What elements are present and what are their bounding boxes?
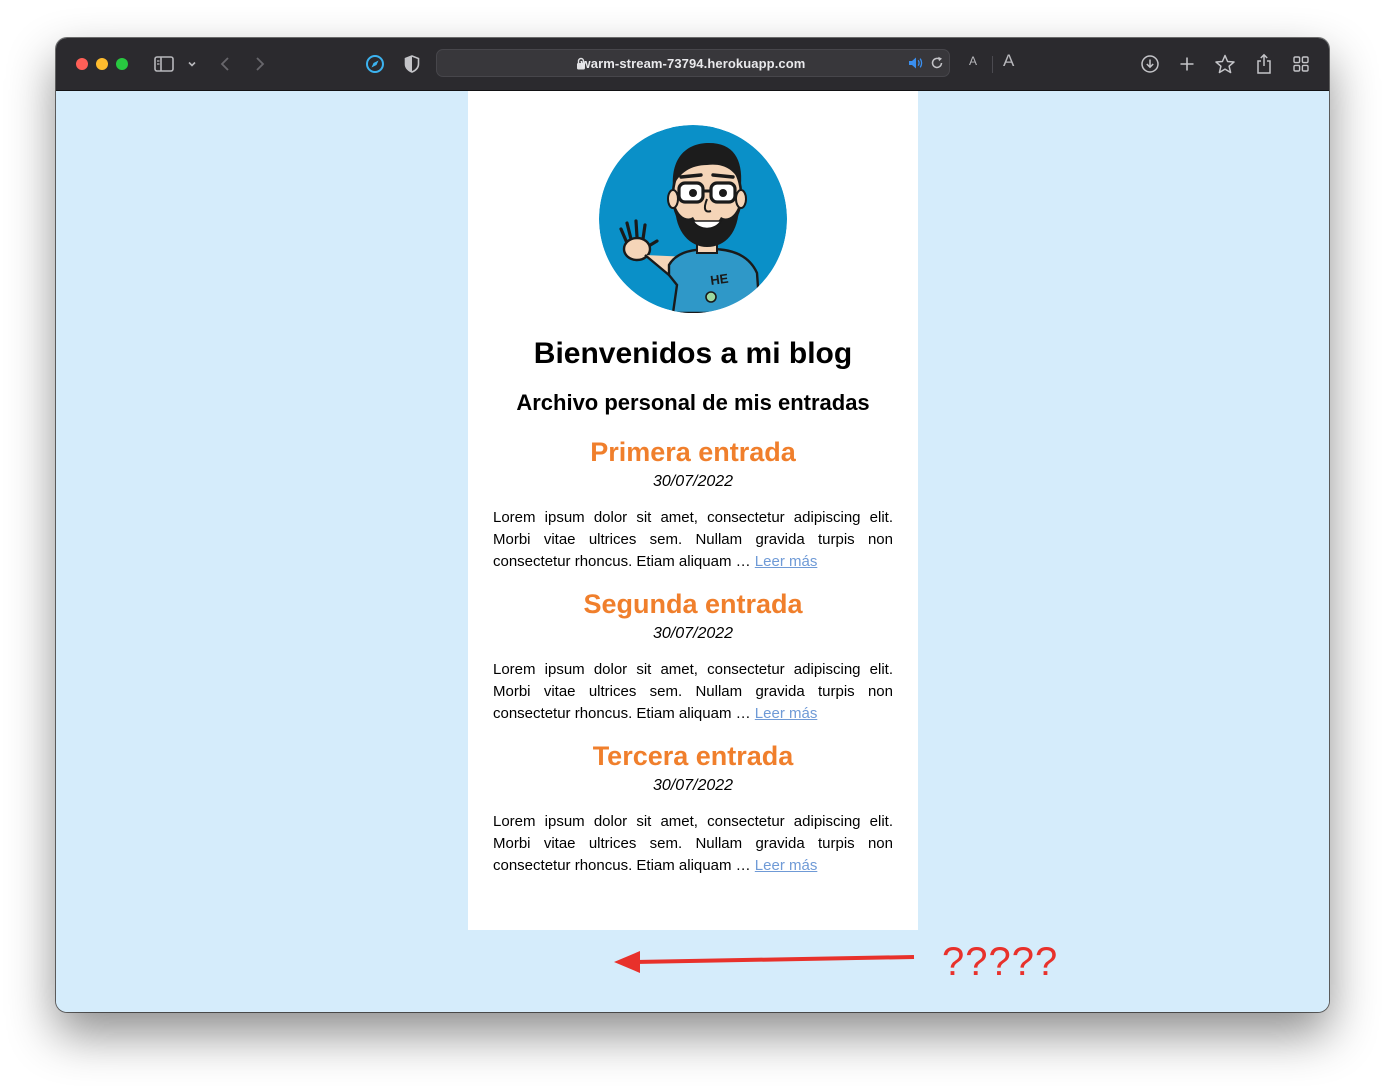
post-date: 30/07/2022	[652, 777, 734, 794]
post-excerpt-text: Lorem ipsum dolor sit amet, consectetur …	[493, 813, 893, 874]
post-item: Tercera entrada 30/07/2022 Lorem ipsum d…	[493, 739, 893, 877]
compass-icon[interactable]	[363, 52, 387, 76]
chevron-down-icon[interactable]	[180, 52, 204, 76]
tabs-grid-icon[interactable]	[1289, 52, 1313, 76]
reader-separator	[992, 56, 993, 73]
reload-icon[interactable]	[930, 56, 944, 75]
avatar: HE	[599, 125, 787, 313]
post-title[interactable]: Segunda entrada	[493, 587, 893, 621]
blog-container: HE Bienvenidos a mi blog Archivo persona…	[468, 91, 918, 930]
post-excerpt: Lorem ipsum dolor sit amet, consectetur …	[493, 811, 893, 877]
svg-text:HE: HE	[709, 271, 729, 288]
post-excerpt-text: Lorem ipsum dolor sit amet, consectetur …	[493, 509, 893, 570]
decrease-text-size-button[interactable]: A	[969, 54, 977, 68]
close-window-button[interactable]	[76, 58, 88, 70]
post-title[interactable]: Primera entrada	[493, 435, 893, 469]
back-icon[interactable]	[213, 52, 237, 76]
post-excerpt-text: Lorem ipsum dolor sit amet, consectetur …	[493, 661, 893, 722]
star-icon[interactable]	[1213, 52, 1237, 76]
browser-window: warm-stream-73794.herokuapp.com A A HE B…	[56, 38, 1329, 1012]
read-more-link[interactable]: Leer más	[755, 857, 818, 874]
post-item: Primera entrada 30/07/2022 Lorem ipsum d…	[493, 435, 893, 573]
post-item: Segunda entrada 30/07/2022 Lorem ipsum d…	[493, 587, 893, 725]
zoom-window-button[interactable]	[116, 58, 128, 70]
read-more-link[interactable]: Leer más	[755, 553, 818, 570]
page-content: HE Bienvenidos a mi blog Archivo persona…	[56, 91, 1329, 1012]
browser-toolbar: warm-stream-73794.herokuapp.com A A	[56, 38, 1329, 91]
shield-icon[interactable]	[400, 52, 424, 76]
minimize-window-button[interactable]	[96, 58, 108, 70]
annotation-text: ?????	[942, 940, 1059, 984]
read-more-link[interactable]: Leer más	[755, 705, 818, 722]
page-subtitle: Archivo personal de mis entradas	[516, 390, 870, 415]
download-icon[interactable]	[1138, 52, 1162, 76]
plus-icon[interactable]	[1175, 52, 1199, 76]
sidebar-icon[interactable]	[152, 52, 176, 76]
page-title: Bienvenidos a mi blog	[533, 337, 853, 370]
speaker-icon[interactable]	[908, 56, 924, 75]
forward-icon[interactable]	[248, 52, 272, 76]
post-title[interactable]: Tercera entrada	[493, 739, 893, 773]
annotation-arrow-icon	[614, 951, 915, 973]
post-excerpt: Lorem ipsum dolor sit amet, consectetur …	[493, 507, 893, 573]
share-icon[interactable]	[1252, 52, 1276, 76]
increase-text-size-button[interactable]: A	[1003, 51, 1014, 71]
url-text: warm-stream-73794.herokuapp.com	[580, 56, 806, 71]
post-excerpt: Lorem ipsum dolor sit amet, consectetur …	[493, 659, 893, 725]
post-date: 30/07/2022	[652, 625, 734, 642]
post-date: 30/07/2022	[652, 473, 734, 490]
address-bar[interactable]: warm-stream-73794.herokuapp.com	[436, 49, 950, 77]
